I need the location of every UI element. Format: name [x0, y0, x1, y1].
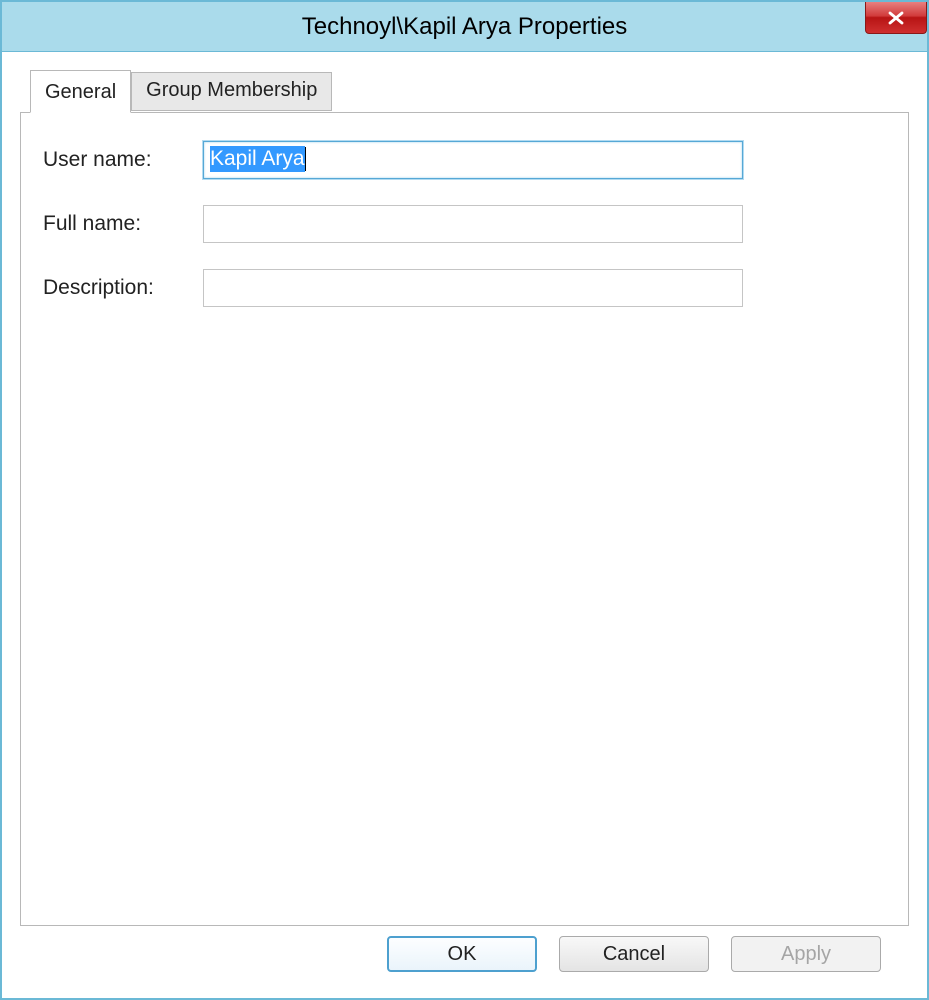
description-input[interactable] — [203, 269, 743, 307]
fullname-label: Full name: — [43, 212, 203, 236]
window-title: Technoyl\Kapil Arya Properties — [302, 13, 628, 41]
username-label: User name: — [43, 148, 203, 172]
tab-label: General — [45, 81, 116, 103]
row-username: User name: Kapil Arya — [43, 141, 886, 179]
row-description: Description: — [43, 269, 886, 307]
titlebar: Technoyl\Kapil Arya Properties — [2, 2, 927, 52]
properties-dialog: Technoyl\Kapil Arya Properties General G… — [0, 0, 929, 1000]
tab-label: Group Membership — [146, 79, 317, 101]
username-input[interactable]: Kapil Arya — [203, 141, 743, 179]
general-panel: User name: Kapil Arya Full name: Descrip… — [20, 112, 909, 926]
button-row: OK Cancel Apply — [20, 926, 909, 982]
tab-group-membership[interactable]: Group Membership — [131, 72, 332, 111]
cancel-button[interactable]: Cancel — [559, 936, 709, 972]
apply-button[interactable]: Apply — [731, 936, 881, 972]
close-button[interactable] — [865, 2, 927, 34]
dialog-body: General Group Membership User name: Kapi… — [2, 52, 927, 998]
description-label: Description: — [43, 276, 203, 300]
row-fullname: Full name: — [43, 205, 886, 243]
fullname-input[interactable] — [203, 205, 743, 243]
ok-button[interactable]: OK — [387, 936, 537, 972]
close-icon — [887, 11, 905, 25]
username-value: Kapil Arya — [210, 146, 305, 172]
tab-general[interactable]: General — [30, 70, 131, 113]
tab-strip: General Group Membership — [30, 70, 909, 112]
text-cursor — [305, 147, 306, 171]
